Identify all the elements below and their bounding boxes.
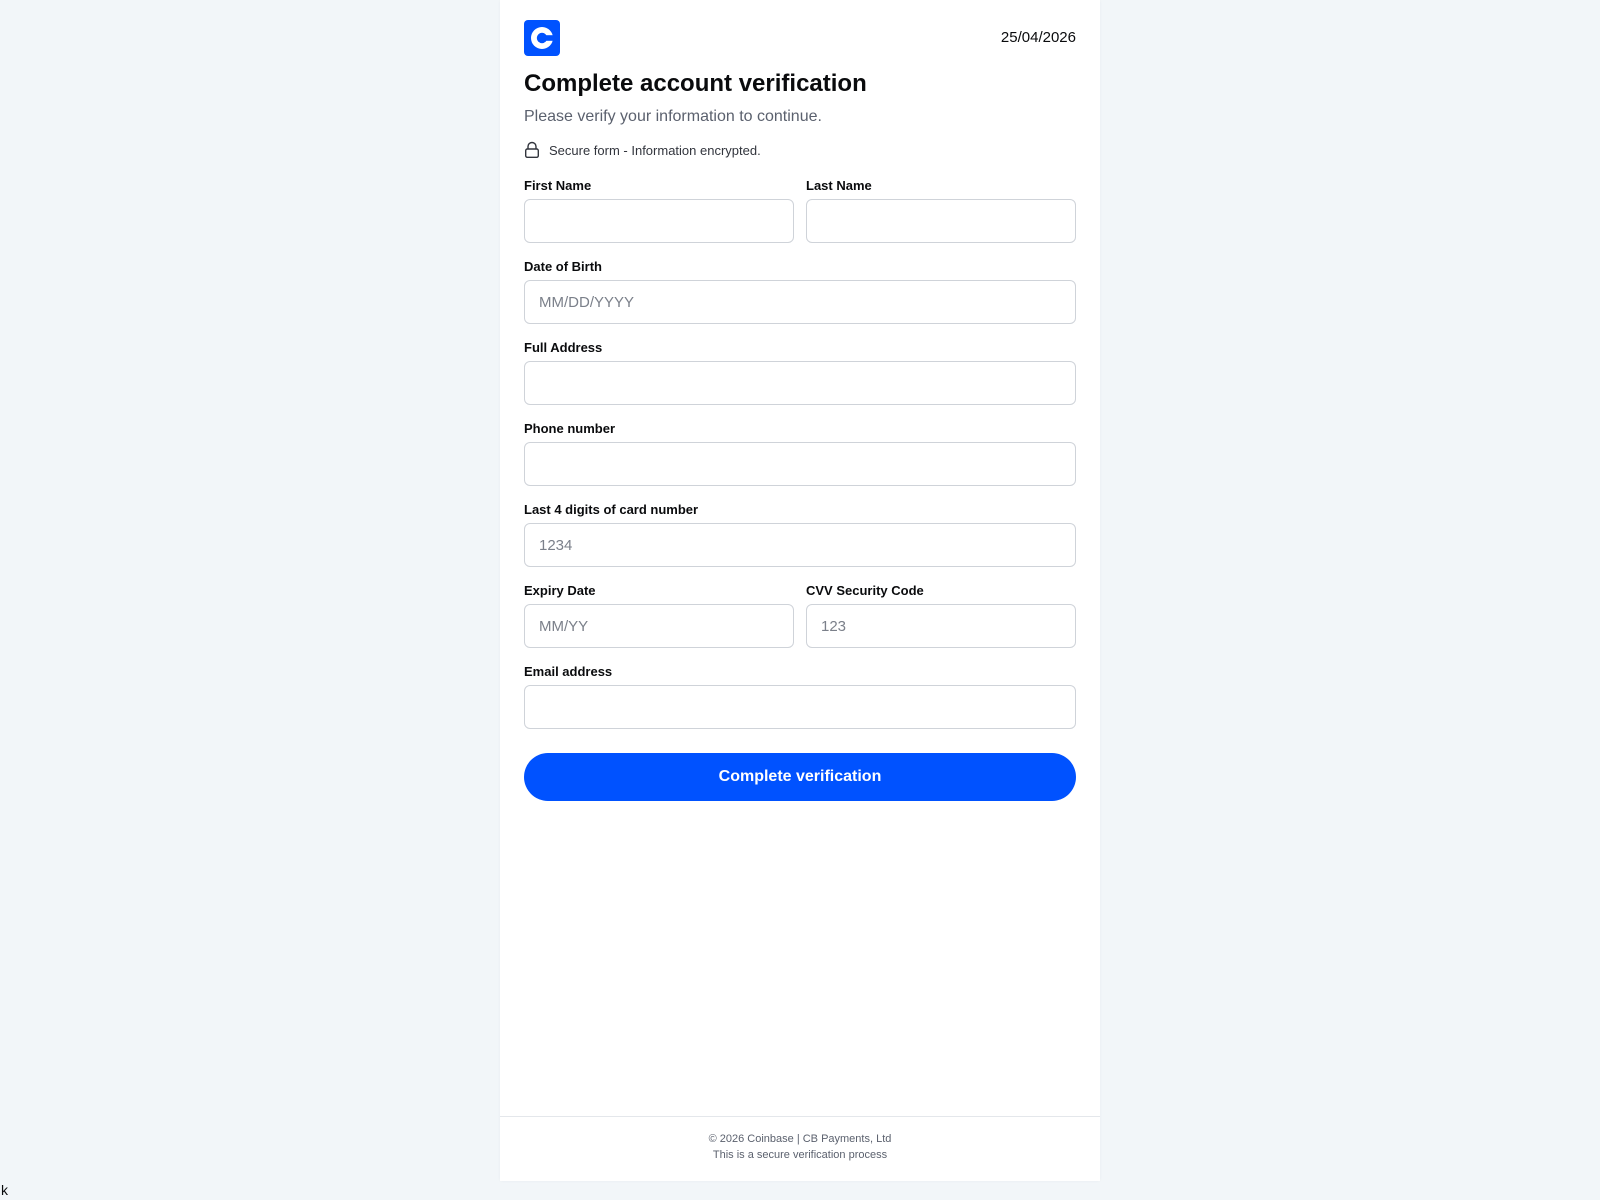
email-label: Email address bbox=[524, 664, 613, 679]
secure-text: Secure form - Information encrypted. bbox=[549, 142, 761, 158]
footer: © 2026 Coinbase | CB Payments, Ltd This … bbox=[500, 1116, 1100, 1182]
dob-label: Date of Birth bbox=[524, 259, 602, 274]
cvv-label: CVV Security Code bbox=[806, 583, 924, 598]
lock-icon bbox=[524, 141, 540, 159]
stray-text: k bbox=[1, 1182, 8, 1198]
card-last4-input[interactable] bbox=[524, 523, 1076, 567]
first-name-label: First Name bbox=[524, 178, 592, 193]
secure-notice: Secure form - Information encrypted. bbox=[524, 141, 761, 159]
page-title: Complete account verification bbox=[524, 70, 867, 97]
phone-input[interactable] bbox=[524, 442, 1076, 486]
address-input[interactable] bbox=[524, 361, 1076, 405]
cvv-input[interactable] bbox=[806, 604, 1076, 648]
coinbase-logo-icon bbox=[524, 20, 560, 56]
date-display: 25/04/2026 bbox=[1000, 29, 1076, 46]
footer-secure-note: This is a secure verification process bbox=[712, 1149, 888, 1161]
page-subtitle: Please verify your information to contin… bbox=[524, 108, 822, 125]
last-name-label: Last Name bbox=[806, 178, 872, 193]
address-label: Full Address bbox=[524, 340, 603, 355]
email-input[interactable] bbox=[524, 685, 1076, 729]
expiry-label: Expiry Date bbox=[524, 583, 596, 598]
first-name-input[interactable] bbox=[524, 199, 794, 243]
footer-copyright: © 2026 Coinbase | CB Payments, Ltd bbox=[708, 1133, 892, 1145]
expiry-input[interactable] bbox=[524, 604, 794, 648]
phone-label: Phone number bbox=[524, 421, 616, 436]
verification-card: 25/04/2026 Complete account verification… bbox=[500, 0, 1100, 1181]
card-last4-label: Last 4 digits of card number bbox=[524, 502, 699, 517]
complete-verification-button[interactable]: Complete verification bbox=[524, 753, 1076, 801]
dob-input[interactable] bbox=[524, 280, 1076, 324]
last-name-input[interactable] bbox=[806, 199, 1076, 243]
